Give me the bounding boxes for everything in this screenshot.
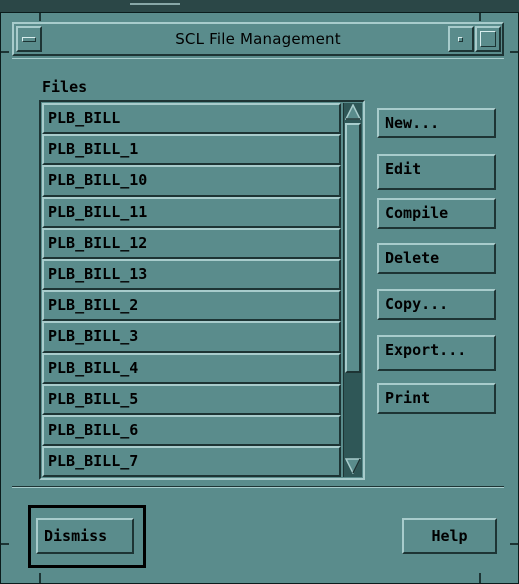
export-button[interactable]: Export...: [377, 335, 496, 371]
maximize-icon: [480, 31, 496, 47]
resize-handle-right-top[interactable]: [510, 51, 518, 53]
maximize-button[interactable]: [475, 26, 501, 52]
background-window-strip: [0, 0, 519, 12]
scrollbar-thumb[interactable]: [345, 123, 361, 373]
resize-handle-left-bottom[interactable]: [1, 543, 9, 545]
list-item[interactable]: PLB_BILL_6: [42, 414, 341, 447]
list-item[interactable]: PLB_BILL_10: [42, 165, 341, 197]
list-item[interactable]: PLB_BILL_12: [42, 227, 341, 259]
title-bar[interactable]: SCL File Management: [12, 22, 504, 56]
files-list-items: PLB_BILL PLB_BILL_1 PLB_BILL_10 PLB_BILL…: [42, 103, 341, 478]
list-item[interactable]: PLB_BILL_7: [42, 446, 341, 478]
resize-handle-top-left[interactable]: [39, 13, 41, 21]
resize-handle-right-bottom[interactable]: [510, 543, 518, 545]
resize-handle-bottom-right[interactable]: [479, 573, 481, 583]
background-window-title: [130, 3, 180, 5]
list-item[interactable]: PLB_BILL_1: [42, 134, 341, 166]
window-title: SCL File Management: [175, 30, 341, 48]
files-scrollbar[interactable]: [343, 103, 362, 477]
edit-button[interactable]: Edit: [377, 154, 496, 190]
list-item[interactable]: PLB_BILL_13: [42, 258, 341, 291]
list-item[interactable]: PLB_BILL_3: [42, 321, 341, 353]
resize-handle-bottom-left[interactable]: [39, 573, 41, 583]
scroll-up-arrow-icon[interactable]: [345, 104, 361, 120]
resize-handle-left-top[interactable]: [1, 51, 9, 53]
list-item[interactable]: PLB_BILL: [42, 103, 341, 135]
new-button[interactable]: New...: [377, 108, 496, 138]
delete-button[interactable]: Delete: [377, 243, 496, 274]
list-item[interactable]: PLB_BILL_11: [42, 196, 341, 228]
compile-button[interactable]: Compile: [377, 198, 496, 229]
footer-separator: [12, 486, 504, 488]
list-item[interactable]: PLB_BILL_5: [42, 383, 341, 415]
files-list[interactable]: PLB_BILL PLB_BILL_1 PLB_BILL_10 PLB_BILL…: [39, 100, 365, 480]
copy-button[interactable]: Copy...: [377, 289, 496, 320]
minimize-icon: [458, 37, 463, 42]
resize-handle-top-right[interactable]: [479, 13, 481, 21]
list-item[interactable]: PLB_BILL_2: [42, 290, 341, 322]
help-button[interactable]: Help: [402, 518, 497, 554]
print-button[interactable]: Print: [377, 383, 496, 414]
scroll-down-arrow-icon[interactable]: [345, 458, 361, 474]
list-item[interactable]: PLB_BILL_4: [42, 352, 341, 384]
dismiss-button[interactable]: Dismiss: [36, 518, 134, 554]
files-label: Files: [42, 78, 88, 96]
minimize-button[interactable]: [448, 26, 474, 52]
